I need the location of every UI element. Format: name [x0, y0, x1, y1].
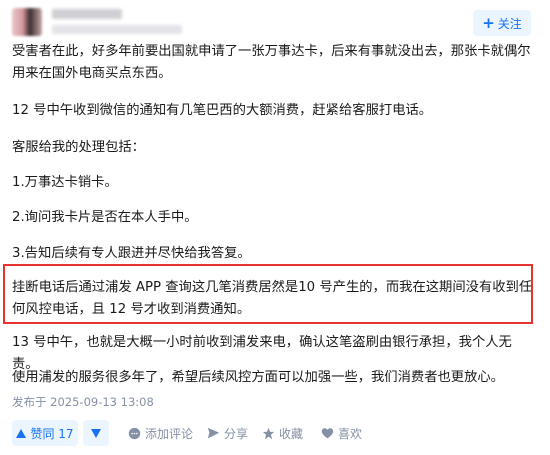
paragraph-3: 客服给我的处理包括： — [12, 140, 145, 155]
comment-button[interactable]: 添加评论 — [128, 425, 193, 442]
upvote-label: 赞同 17 — [30, 426, 74, 441]
triangle-up-icon — [16, 428, 27, 438]
paragraph-1: 受害者在此，好多年前要出国就申请了一张万事达卡，后来有事就没出去，那张卡就偶尔用… — [12, 44, 531, 81]
highlight-annotation-box — [3, 264, 533, 324]
downvote-button[interactable] — [83, 420, 109, 446]
favorite-button[interactable]: 收藏 — [262, 425, 303, 442]
comment-label: 添加评论 — [145, 427, 194, 441]
paragraph-5: 2.询问我卡片是否在本人手中。 — [12, 210, 198, 225]
follow-button[interactable]: + 关注 — [473, 10, 531, 36]
heart-icon — [321, 428, 334, 439]
plus-icon: + — [482, 13, 495, 32]
author-name-blurred[interactable] — [52, 9, 122, 19]
follow-label: 关注 — [497, 16, 522, 31]
upvote-button[interactable]: 赞同 17 — [12, 420, 78, 446]
answer-header: + 关注 — [0, 0, 550, 42]
author-headline-blurred — [52, 25, 182, 34]
action-bar: 赞同 17 — [12, 420, 109, 446]
share-button[interactable]: 分享 — [207, 425, 248, 442]
comment-icon — [128, 427, 141, 440]
star-icon — [262, 427, 275, 440]
paragraph-4: 1.万事达卡销卡。 — [12, 175, 118, 190]
paragraph-2: 12 号中午收到微信的通知有几笔巴西的大额消费，赶紧给客服打电话。 — [12, 103, 433, 118]
triangle-down-icon — [91, 428, 101, 438]
publish-time[interactable]: 发布于 2025-09-13 13:08 — [12, 394, 154, 410]
share-icon — [207, 427, 220, 439]
like-label: 喜欢 — [338, 427, 363, 441]
paragraph-9: 使用浦发的服务很多年了，希望后续风控方面可以加强一些，我们消费者也更放心。 — [12, 370, 504, 385]
like-button[interactable]: 喜欢 — [321, 425, 362, 442]
share-label: 分享 — [224, 427, 249, 441]
favorite-label: 收藏 — [279, 427, 304, 441]
paragraph-6: 3.告知后续有专人跟进并尽快给我答复。 — [12, 246, 251, 261]
avatar[interactable] — [12, 8, 42, 36]
